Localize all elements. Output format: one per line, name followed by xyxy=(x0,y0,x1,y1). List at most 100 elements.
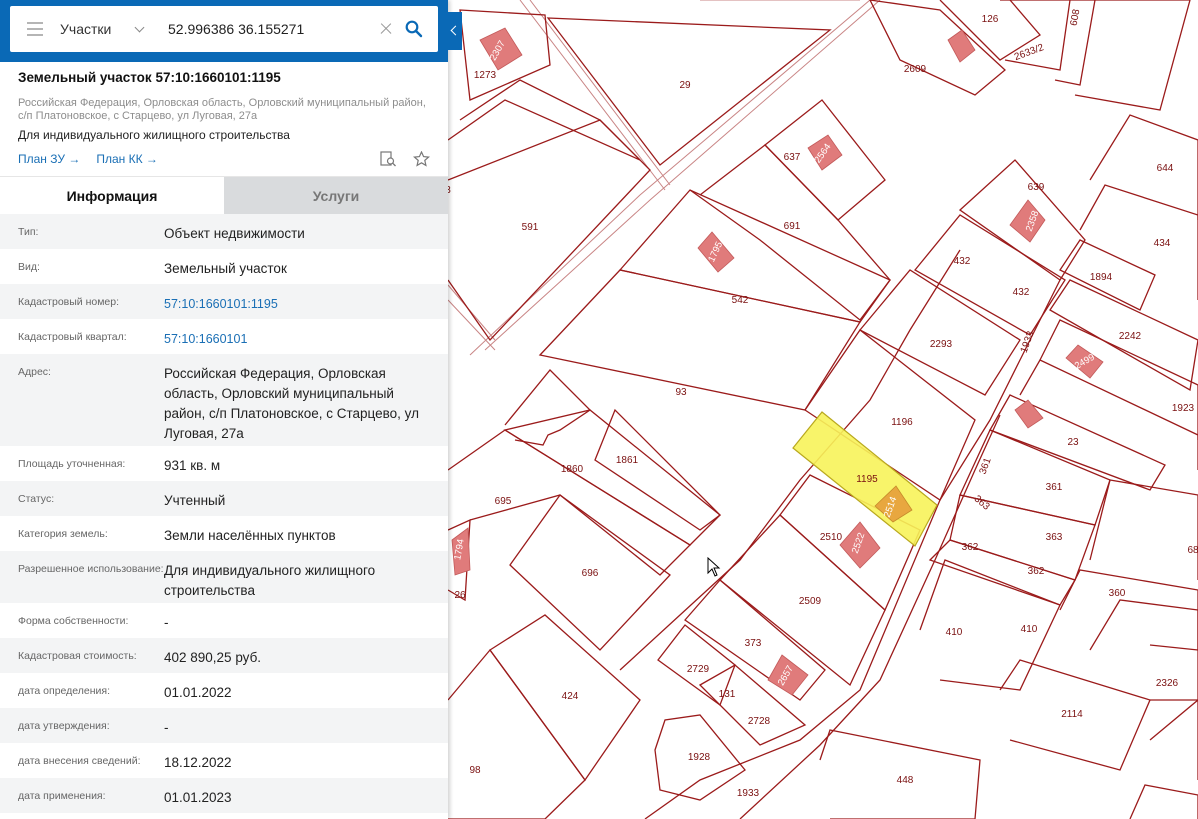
info-row: Кадастровый квартал: 57:10:1660101 xyxy=(0,319,448,354)
parcel-label: 432 xyxy=(1013,287,1030,298)
building-labels: 230725641795235824992514252226571794 xyxy=(452,39,1096,688)
search-input[interactable] xyxy=(165,9,375,49)
info-row: Вид: Земельный участок xyxy=(0,249,448,284)
info-row: Кадастровая стоимость: 402 890,25 руб. xyxy=(0,638,448,673)
parcel-label: 639 xyxy=(1028,182,1045,193)
parcel-label: 29 xyxy=(679,80,691,91)
tab-information[interactable]: Информация xyxy=(0,177,224,214)
parcel-label: 373 xyxy=(745,638,762,649)
parcel-label: 691 xyxy=(784,221,801,232)
parcel-label: 1933 xyxy=(1019,329,1037,354)
parcel-label: 2509 xyxy=(799,596,822,607)
parcel-label: 360 xyxy=(1109,588,1126,599)
parcel-label: 1273 xyxy=(474,70,497,81)
search-button[interactable] xyxy=(397,9,431,49)
info-row-key: дата утверждения: xyxy=(18,720,110,732)
info-row-value: 01.01.2023 xyxy=(164,790,232,805)
parcel-label: 1195 xyxy=(856,474,878,485)
parcel-label: 2728 xyxy=(748,716,771,727)
parcel-label: 410 xyxy=(946,627,963,638)
info-row-value: - xyxy=(164,720,169,735)
object-links: План ЗУ → План КК → xyxy=(18,151,430,167)
info-row: Статус: Учтенный xyxy=(0,481,448,516)
parcel-label: 93 xyxy=(675,387,687,398)
parcel-label: 591 xyxy=(522,222,539,233)
parcel-label: 1933 xyxy=(737,788,760,799)
parcel-label: 2242 xyxy=(1119,331,1142,342)
info-row: Площадь уточненная: 931 кв. м xyxy=(0,446,448,481)
object-title: Земельный участок 57:10:1660101:1195 xyxy=(18,70,281,85)
parcel-label: 98 xyxy=(469,765,481,776)
info-row: Разрешенное использование: Для индивидуал… xyxy=(0,551,448,603)
info-row-key: Кадастровый номер: xyxy=(18,296,120,308)
info-row-value: 931 кв. м xyxy=(164,458,221,473)
info-row-link[interactable]: 57:10:1660101:1195 xyxy=(164,284,430,319)
tab-services[interactable]: Услуги xyxy=(224,177,448,214)
info-row-key: Кадастровый квартал: xyxy=(18,331,127,343)
info-row-key: Кадастровая стоимость: xyxy=(18,650,137,662)
search-box: Участки xyxy=(10,6,438,52)
parcel-label: 68 xyxy=(1187,545,1198,556)
info-row: дата внесения сведений: 18.12.2022 xyxy=(0,743,448,778)
buildings xyxy=(451,27,1104,696)
collapse-arrow-icon[interactable] xyxy=(448,12,462,50)
info-row-value: 402 890,25 руб. xyxy=(164,650,262,665)
info-row: дата применения: 01.01.2023 xyxy=(0,778,448,813)
parcel-label: 1894 xyxy=(1090,272,1113,283)
object-address: Российская Федерация, Орловская область,… xyxy=(18,97,426,122)
parcel-label: 362 xyxy=(1028,566,1045,577)
object-header: Земельный участок 57:10:1660101:1195 Рос… xyxy=(0,62,448,176)
parcel-label: 363 xyxy=(972,494,992,513)
info-row-value: - xyxy=(164,615,169,630)
close-icon[interactable] xyxy=(375,18,397,40)
parcel-label: 696 xyxy=(582,568,599,579)
star-icon[interactable] xyxy=(413,151,430,167)
menu-icon[interactable] xyxy=(10,6,60,52)
parcel-label: 1196 xyxy=(891,417,913,428)
parcel-label: 410 xyxy=(1021,624,1038,635)
info-row: Тип: Объект недвижимости xyxy=(0,214,448,249)
parcel-label: 644 xyxy=(1157,163,1174,174)
parcel-label: 1928 xyxy=(688,752,711,763)
info-row: дата утверждения: - xyxy=(0,708,448,743)
info-row-value: Для индивидуального жилищного строительс… xyxy=(164,563,376,598)
info-row: дата определения: 01.01.2022 xyxy=(0,673,448,708)
info-row-value: 18.12.2022 xyxy=(164,755,232,770)
search-icon xyxy=(405,20,423,38)
info-row-value: Земельный участок xyxy=(164,261,287,276)
parcel-label: 1923 xyxy=(1172,403,1195,414)
parcel-label: 432 xyxy=(954,256,971,267)
info-row-value: Земли населённых пунктов xyxy=(164,528,336,543)
document-search-icon[interactable] xyxy=(380,151,397,167)
parcel-label: 448 xyxy=(897,775,914,786)
parcel-label: 424 xyxy=(562,691,579,702)
info-row-key: дата внесения сведений: xyxy=(18,755,141,767)
parcel-label: 23 xyxy=(1067,437,1079,448)
plan-zu-link[interactable]: План ЗУ → xyxy=(18,152,80,166)
info-row-key: Разрешенное использование: xyxy=(18,563,164,575)
parcel-label: 542 xyxy=(732,295,749,306)
info-row-key: Статус: xyxy=(18,493,55,505)
parcel-label: 2633/2 xyxy=(1013,42,1046,63)
parcel-label: 2293 xyxy=(930,339,953,350)
object-purpose: Для индивидуального жилищного строительс… xyxy=(18,128,290,142)
parcel-label: 363 xyxy=(1046,532,1063,543)
parcel-label: 131 xyxy=(719,689,736,700)
info-row-link[interactable]: 57:10:1660101 xyxy=(164,319,430,354)
layer-select[interactable]: Участки xyxy=(60,6,165,52)
parcel-label: 2609 xyxy=(904,64,927,75)
parcel-label: 362 xyxy=(962,542,979,553)
info-row: Категория земель: Земли населённых пункто… xyxy=(0,516,448,551)
info-row: Форма собственности: - xyxy=(0,603,448,638)
header-actions xyxy=(380,151,430,167)
info-row-key: дата применения: xyxy=(18,790,106,802)
mouse-cursor-icon xyxy=(707,556,721,582)
info-row-key: дата определения: xyxy=(18,685,111,697)
parcel-label: 2114 xyxy=(1061,709,1083,720)
info-row-key: Тип: xyxy=(18,226,39,238)
plan-kk-link[interactable]: План КК → xyxy=(96,152,158,166)
parcel-label: 2510 xyxy=(820,532,843,543)
parcel-boundaries xyxy=(447,0,1198,819)
parcel-label: 1861 xyxy=(616,455,639,466)
parcel-label: 26 xyxy=(454,590,466,601)
